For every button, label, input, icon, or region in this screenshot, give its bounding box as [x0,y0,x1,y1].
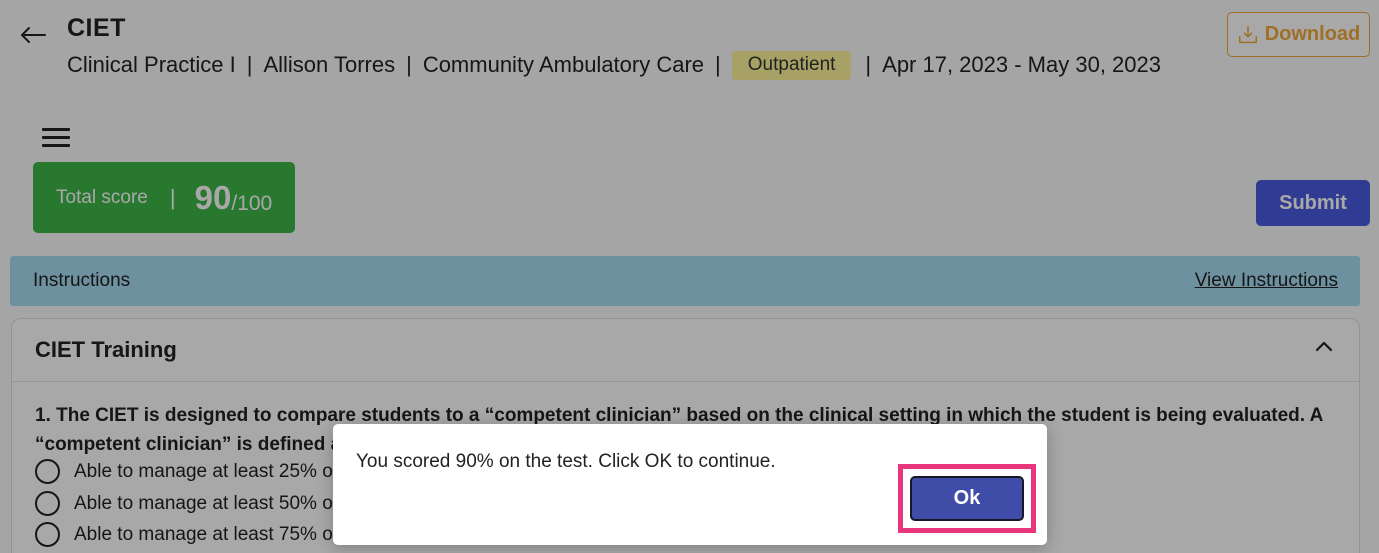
score-dialog: You scored 90% on the test. Click OK to … [333,424,1047,545]
ok-button[interactable]: Ok [910,476,1024,521]
dialog-message: You scored 90% on the test. Click OK to … [356,451,776,472]
